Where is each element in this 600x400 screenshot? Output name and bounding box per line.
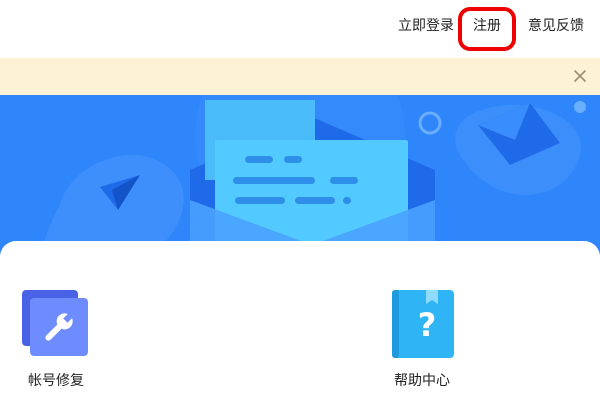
- register-link[interactable]: 注册: [473, 17, 501, 35]
- account-repair-label: 帐号修复: [28, 373, 84, 389]
- question-book-icon: ?: [392, 290, 454, 358]
- close-icon[interactable]: [570, 66, 590, 86]
- banner: [0, 95, 600, 255]
- notice-bar: [0, 58, 600, 95]
- feedback-link[interactable]: 意见反馈: [528, 17, 584, 35]
- wrench-icon: [22, 290, 88, 356]
- page: 立即登录 注册 意见反馈 帐号修复 ? 帮助中心: [0, 0, 600, 400]
- account-repair-entry[interactable]: 帐号修复: [22, 290, 112, 390]
- login-link[interactable]: 立即登录: [398, 17, 454, 35]
- help-center-label: 帮助中心: [394, 373, 450, 389]
- top-bar: 立即登录 注册 意见反馈: [0, 0, 600, 58]
- mail-envelope-illustration: [0, 95, 600, 255]
- help-center-entry[interactable]: ? 帮助中心: [392, 290, 472, 390]
- svg-text:?: ?: [418, 306, 437, 344]
